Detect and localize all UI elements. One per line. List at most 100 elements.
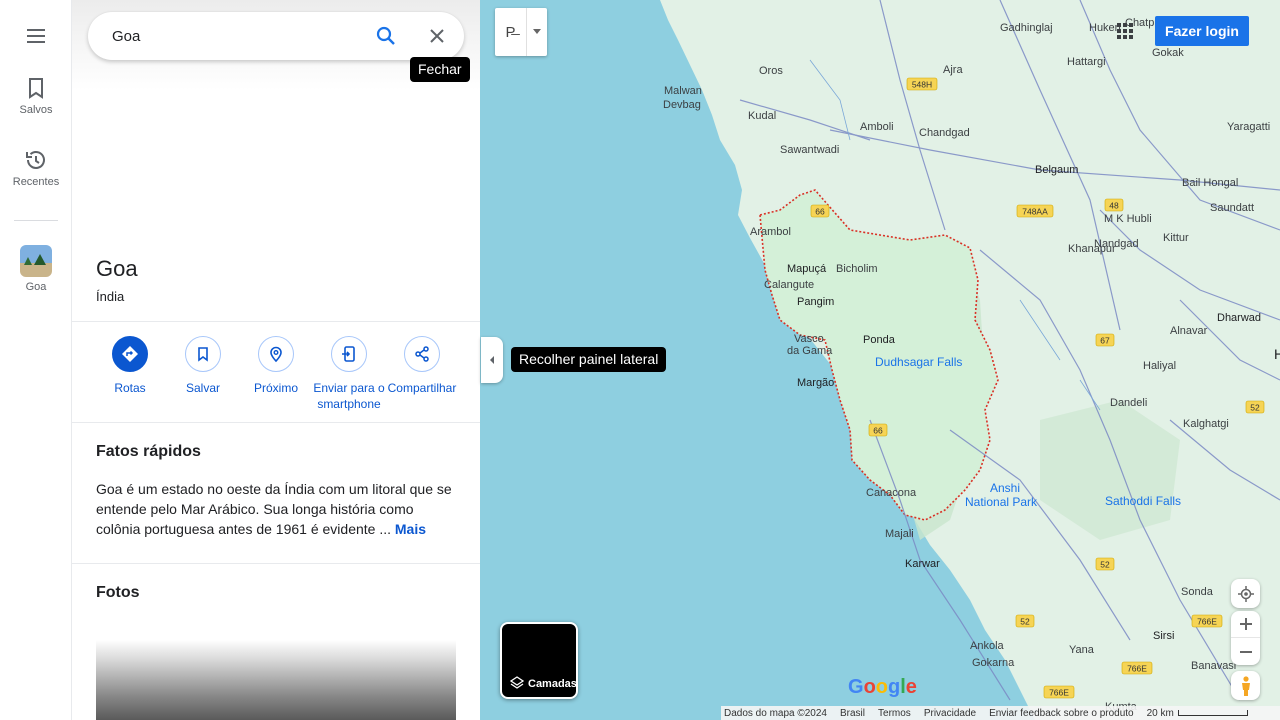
place-label[interactable]: Haliyal bbox=[1143, 360, 1176, 372]
place-label[interactable]: Anshi bbox=[990, 481, 1020, 495]
place-label[interactable]: Mapuçá bbox=[787, 263, 827, 275]
place-label[interactable]: Sirsi bbox=[1153, 630, 1174, 642]
send-to-phone-icon bbox=[342, 346, 355, 362]
close-tooltip: Fechar bbox=[410, 57, 470, 82]
place-label[interactable]: Nandgad bbox=[1094, 238, 1139, 250]
quick-facts-heading: Fatos rápidos bbox=[96, 443, 201, 460]
place-label[interactable]: Ponda bbox=[863, 334, 896, 346]
road-shield-label: 52 bbox=[1250, 403, 1260, 413]
place-label[interactable]: Kalghatgi bbox=[1183, 418, 1229, 430]
place-label[interactable]: Sathoddi Falls bbox=[1105, 494, 1181, 508]
place-label[interactable]: Devbag bbox=[663, 99, 701, 111]
road-shield-label: 48 bbox=[1109, 201, 1119, 211]
my-location-button[interactable] bbox=[1231, 579, 1260, 608]
saved-label: Salvos bbox=[19, 104, 53, 116]
place-label[interactable]: Ajra bbox=[943, 64, 963, 76]
privacy-link[interactable]: Privacidade bbox=[924, 708, 976, 719]
search-input[interactable] bbox=[112, 24, 352, 48]
scale-bar bbox=[1177, 710, 1248, 716]
place-label[interactable]: Karwar bbox=[905, 558, 940, 570]
place-label[interactable]: Arambol bbox=[750, 226, 791, 238]
place-label[interactable]: Kudal bbox=[748, 110, 776, 122]
place-label[interactable]: Kittur bbox=[1163, 232, 1189, 244]
caret-down-icon bbox=[533, 29, 541, 34]
place-label[interactable]: Gokarna bbox=[972, 657, 1015, 669]
nearby-icon bbox=[270, 346, 282, 363]
place-label[interactable]: Yana bbox=[1069, 644, 1095, 656]
place-label[interactable]: Gokak bbox=[1152, 47, 1184, 59]
photo-thumbnail[interactable] bbox=[96, 640, 456, 720]
place-label[interactable]: Pangim bbox=[797, 296, 834, 308]
place-label[interactable]: Oros bbox=[759, 65, 783, 77]
place-label[interactable]: Ankola bbox=[970, 640, 1005, 652]
map-type-label: P̶ bbox=[495, 8, 527, 56]
place-label[interactable]: Hattargi bbox=[1067, 56, 1106, 68]
place-label[interactable]: Yaragatti bbox=[1227, 121, 1270, 133]
street-view-pegman[interactable] bbox=[1231, 671, 1260, 700]
place-label[interactable]: Amboli bbox=[860, 121, 894, 133]
map-type-button[interactable]: P̶ bbox=[495, 8, 547, 56]
place-label[interactable]: Belgaum bbox=[1035, 164, 1078, 176]
country-link[interactable]: Brasil bbox=[840, 708, 865, 719]
save-button[interactable]: Salvar bbox=[166, 336, 240, 396]
place-label[interactable]: Calangute bbox=[764, 279, 814, 291]
collapse-panel-button[interactable] bbox=[481, 337, 503, 383]
map-type-dropdown[interactable] bbox=[527, 8, 547, 56]
bookmark-icon bbox=[198, 347, 208, 362]
menu-button[interactable] bbox=[0, 24, 72, 48]
road-shield-label: 748AA bbox=[1022, 207, 1048, 217]
place-label[interactable]: Canacona bbox=[866, 487, 917, 499]
road-shield-label: 52 bbox=[1020, 617, 1030, 627]
layers-button[interactable]: Camadas bbox=[500, 622, 578, 699]
photos-heading: Fotos bbox=[96, 584, 140, 601]
place-label[interactable]: H bbox=[1274, 346, 1280, 362]
save-circle bbox=[185, 336, 221, 372]
send-to-phone-button[interactable]: Enviar para o smartphone bbox=[312, 336, 386, 412]
place-label[interactable]: Majali bbox=[885, 528, 914, 540]
place-label[interactable]: Sawantwadi bbox=[780, 144, 839, 156]
place-label[interactable]: Bicholim bbox=[836, 263, 878, 275]
zoom-out-button[interactable] bbox=[1231, 638, 1260, 665]
place-label[interactable]: Banavasi bbox=[1191, 660, 1236, 672]
place-label[interactable]: Vasco bbox=[794, 333, 824, 345]
login-button[interactable]: Fazer login bbox=[1155, 16, 1249, 46]
recent-place-goa[interactable]: Goa bbox=[0, 245, 72, 293]
apps-button[interactable] bbox=[1116, 22, 1134, 40]
place-label[interactable]: Malwan bbox=[664, 85, 702, 97]
zoom-in-button[interactable] bbox=[1231, 611, 1260, 638]
more-link[interactable]: Mais bbox=[395, 521, 426, 537]
scale-label[interactable]: 20 km bbox=[1147, 708, 1174, 719]
place-label[interactable]: Saundatt bbox=[1210, 202, 1254, 214]
place-label[interactable]: National Park bbox=[965, 495, 1038, 509]
recent-button[interactable]: Recentes bbox=[0, 148, 72, 188]
search-box bbox=[88, 12, 464, 60]
place-label[interactable]: Dharwad bbox=[1217, 312, 1261, 324]
minus-icon bbox=[1239, 650, 1252, 653]
share-button[interactable]: Compartilhar bbox=[385, 336, 459, 396]
place-label[interactable]: Chandgad bbox=[919, 127, 970, 139]
divider bbox=[72, 321, 480, 322]
recent-place-label: Goa bbox=[25, 281, 47, 293]
place-label[interactable]: Dandeli bbox=[1110, 397, 1147, 409]
saved-button[interactable]: Salvos bbox=[0, 76, 72, 116]
nearby-button[interactable]: Próximo bbox=[239, 336, 313, 396]
place-label[interactable]: da Gama bbox=[787, 345, 833, 357]
terms-link[interactable]: Termos bbox=[878, 708, 911, 719]
quick-facts-text: Goa é um estado no oeste da Índia com um… bbox=[96, 479, 460, 539]
place-label[interactable]: Bail Hongal bbox=[1182, 177, 1238, 189]
place-label[interactable]: Gadhinglaj bbox=[1000, 22, 1053, 34]
road-shield-label: 766E bbox=[1049, 688, 1069, 698]
close-button[interactable] bbox=[425, 24, 449, 48]
my-location-icon bbox=[1237, 585, 1254, 602]
place-label[interactable]: Alnavar bbox=[1170, 325, 1208, 337]
directions-button[interactable]: Rotas bbox=[93, 336, 167, 396]
place-label[interactable]: Sonda bbox=[1181, 586, 1214, 598]
feedback-link[interactable]: Enviar feedback sobre o produto bbox=[989, 708, 1134, 719]
place-title: Goa bbox=[96, 256, 138, 281]
nearby-circle bbox=[258, 336, 294, 372]
place-label[interactable]: Margão bbox=[797, 377, 834, 389]
place-label[interactable]: Dudhsagar Falls bbox=[875, 355, 962, 369]
search-button[interactable] bbox=[374, 24, 398, 48]
layers-label: Camadas bbox=[528, 678, 577, 690]
place-label[interactable]: M K Hubli bbox=[1104, 213, 1152, 225]
